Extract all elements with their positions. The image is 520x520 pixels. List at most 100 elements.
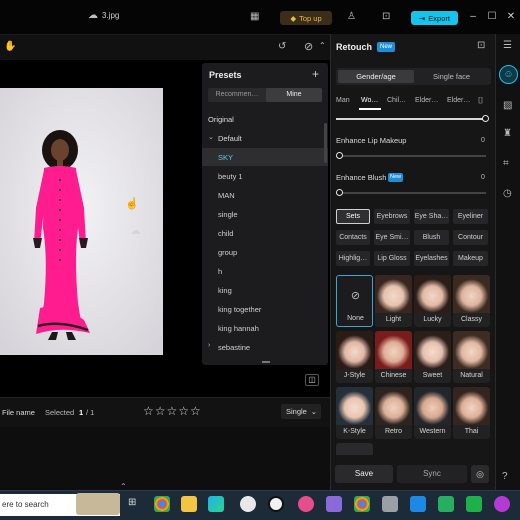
- chrome-icon[interactable]: [354, 496, 370, 512]
- app-icon[interactable]: [494, 496, 510, 512]
- tab-recommended[interactable]: Recommen…: [208, 88, 266, 102]
- chip-eyelashes[interactable]: Eyelashes: [414, 251, 449, 266]
- style-light[interactable]: Light: [375, 275, 412, 327]
- account-icon[interactable]: ♙: [347, 11, 356, 22]
- preset-folder-default[interactable]: Default: [218, 134, 242, 143]
- style-natural[interactable]: Natural: [453, 331, 490, 383]
- chip-eyebrows[interactable]: Eyebrows: [374, 209, 410, 224]
- chrome-icon[interactable]: [154, 496, 170, 512]
- face-scan-icon[interactable]: ⊡: [477, 40, 485, 51]
- chip-contour[interactable]: Contour: [453, 230, 488, 245]
- preset-item[interactable]: group: [218, 248, 237, 257]
- export-button[interactable]: ⇥ Export: [411, 11, 458, 25]
- task-view-icon[interactable]: ⊞: [128, 497, 136, 508]
- crop-icon[interactable]: ⌗: [503, 158, 509, 169]
- app-icon[interactable]: [268, 496, 284, 512]
- filter-man[interactable]: Man: [336, 97, 350, 104]
- preset-item[interactable]: king: [218, 286, 232, 295]
- style-none[interactable]: ⊘ None: [336, 275, 373, 327]
- preset-item[interactable]: h: [218, 267, 222, 276]
- lip-slider-knob[interactable]: [336, 152, 343, 159]
- blush-slider-track[interactable]: [336, 192, 486, 194]
- add-preset-icon[interactable]: +: [312, 67, 319, 81]
- more-styles-thumbnail[interactable]: [336, 443, 373, 455]
- preset-folder-sebastine[interactable]: sebastine: [218, 343, 250, 352]
- preset-item[interactable]: king hannah: [218, 324, 259, 333]
- help-icon[interactable]: ?: [502, 471, 508, 482]
- tab-mine[interactable]: Mine: [266, 88, 322, 102]
- chevron-right-icon[interactable]: ›: [208, 342, 210, 349]
- photo-preview[interactable]: [0, 88, 163, 355]
- style-chinese[interactable]: Chinese: [375, 331, 412, 383]
- edge-icon[interactable]: [208, 496, 224, 512]
- view-mode-select[interactable]: Single ⌄: [281, 404, 321, 419]
- clothing-icon[interactable]: ♜: [503, 128, 512, 139]
- undo-icon[interactable]: ↺: [278, 41, 286, 52]
- app-icon[interactable]: [466, 496, 482, 512]
- chip-eye-smile[interactable]: Eye Smi…: [374, 230, 410, 245]
- chip-makeup[interactable]: Makeup: [453, 251, 488, 266]
- preset-item[interactable]: SKY: [218, 153, 233, 162]
- adjust-icon[interactable]: ☰: [503, 40, 512, 51]
- preset-item[interactable]: MAN: [218, 191, 235, 200]
- file-tab[interactable]: ☁ 3.jpg: [88, 10, 119, 21]
- chip-blush[interactable]: Blush: [414, 230, 449, 245]
- style-k-style[interactable]: K-Style: [336, 387, 373, 439]
- gift-icon[interactable]: ▦: [250, 11, 259, 22]
- style-classy[interactable]: Classy: [453, 275, 490, 327]
- preset-original[interactable]: Original: [208, 115, 234, 124]
- retouch-icon[interactable]: ☺: [499, 65, 518, 84]
- save-button[interactable]: Save: [335, 465, 393, 483]
- filter-elder-1[interactable]: Elder…: [415, 97, 438, 104]
- preset-item[interactable]: single: [218, 210, 238, 219]
- style-retro[interactable]: Retro: [375, 387, 412, 439]
- chip-eyeliner[interactable]: Eyeliner: [453, 209, 488, 224]
- strength-slider-knob[interactable]: [482, 115, 489, 122]
- app-icon[interactable]: [326, 496, 342, 512]
- chip-lip-gloss[interactable]: Lip Gloss: [374, 251, 410, 266]
- app-icon[interactable]: [240, 496, 256, 512]
- preset-item[interactable]: king together: [218, 305, 261, 314]
- app-icon[interactable]: [382, 496, 398, 512]
- crop-grid-icon[interactable]: ▧: [503, 100, 512, 111]
- maximize-icon[interactable]: ☐: [486, 11, 498, 23]
- chip-eye-shadow[interactable]: Eye Sha…: [414, 209, 449, 224]
- blush-slider-knob[interactable]: [336, 189, 343, 196]
- file-name-label[interactable]: File name: [2, 408, 35, 417]
- filter-woman[interactable]: Wo…: [361, 97, 378, 104]
- mode-gender-age[interactable]: Gender/age: [338, 70, 414, 83]
- strength-slider-track[interactable]: [336, 118, 486, 120]
- style-lucky[interactable]: Lucky: [414, 275, 451, 327]
- app-icon[interactable]: [410, 496, 426, 512]
- chevron-up-icon[interactable]: ⌃: [319, 41, 326, 50]
- preset-item[interactable]: beuty 1: [218, 172, 243, 181]
- taskbar-widget[interactable]: [76, 493, 120, 515]
- rating-stars[interactable]: ☆☆☆☆☆: [143, 404, 202, 418]
- top-up-button[interactable]: ◆ Top up: [280, 11, 332, 25]
- style-j-style[interactable]: J-Style: [336, 331, 373, 383]
- style-sweet[interactable]: Sweet: [414, 331, 451, 383]
- hand-tool-icon[interactable]: ✋: [4, 41, 16, 52]
- chip-sets[interactable]: Sets: [336, 209, 370, 224]
- excel-icon[interactable]: [438, 496, 454, 512]
- filter-elder-2[interactable]: Elder…: [447, 97, 470, 104]
- mode-single-face[interactable]: Single face: [414, 70, 489, 83]
- app-icon[interactable]: [298, 496, 314, 512]
- shortcut-icon[interactable]: ⊡: [382, 11, 390, 22]
- file-explorer-icon[interactable]: [181, 496, 197, 512]
- filter-child[interactable]: Chil…: [387, 97, 406, 104]
- preset-item[interactable]: child: [218, 229, 233, 238]
- lip-slider-track[interactable]: [336, 155, 486, 157]
- split-view-icon[interactable]: ◫: [305, 374, 319, 386]
- settings-icon[interactable]: ◎: [471, 465, 489, 483]
- chip-highlight[interactable]: Highlig…: [336, 251, 370, 266]
- compare-icon[interactable]: ⊘: [304, 40, 313, 53]
- chip-contacts[interactable]: Contacts: [336, 230, 370, 245]
- style-western[interactable]: Western: [414, 387, 451, 439]
- presets-scrollbar[interactable]: [324, 123, 327, 163]
- style-thai[interactable]: Thai: [453, 387, 490, 439]
- sync-button[interactable]: Sync: [397, 465, 467, 483]
- minimize-icon[interactable]: –: [467, 11, 479, 23]
- chevron-down-icon[interactable]: ⌄: [208, 133, 214, 141]
- history-icon[interactable]: ◷: [503, 188, 512, 199]
